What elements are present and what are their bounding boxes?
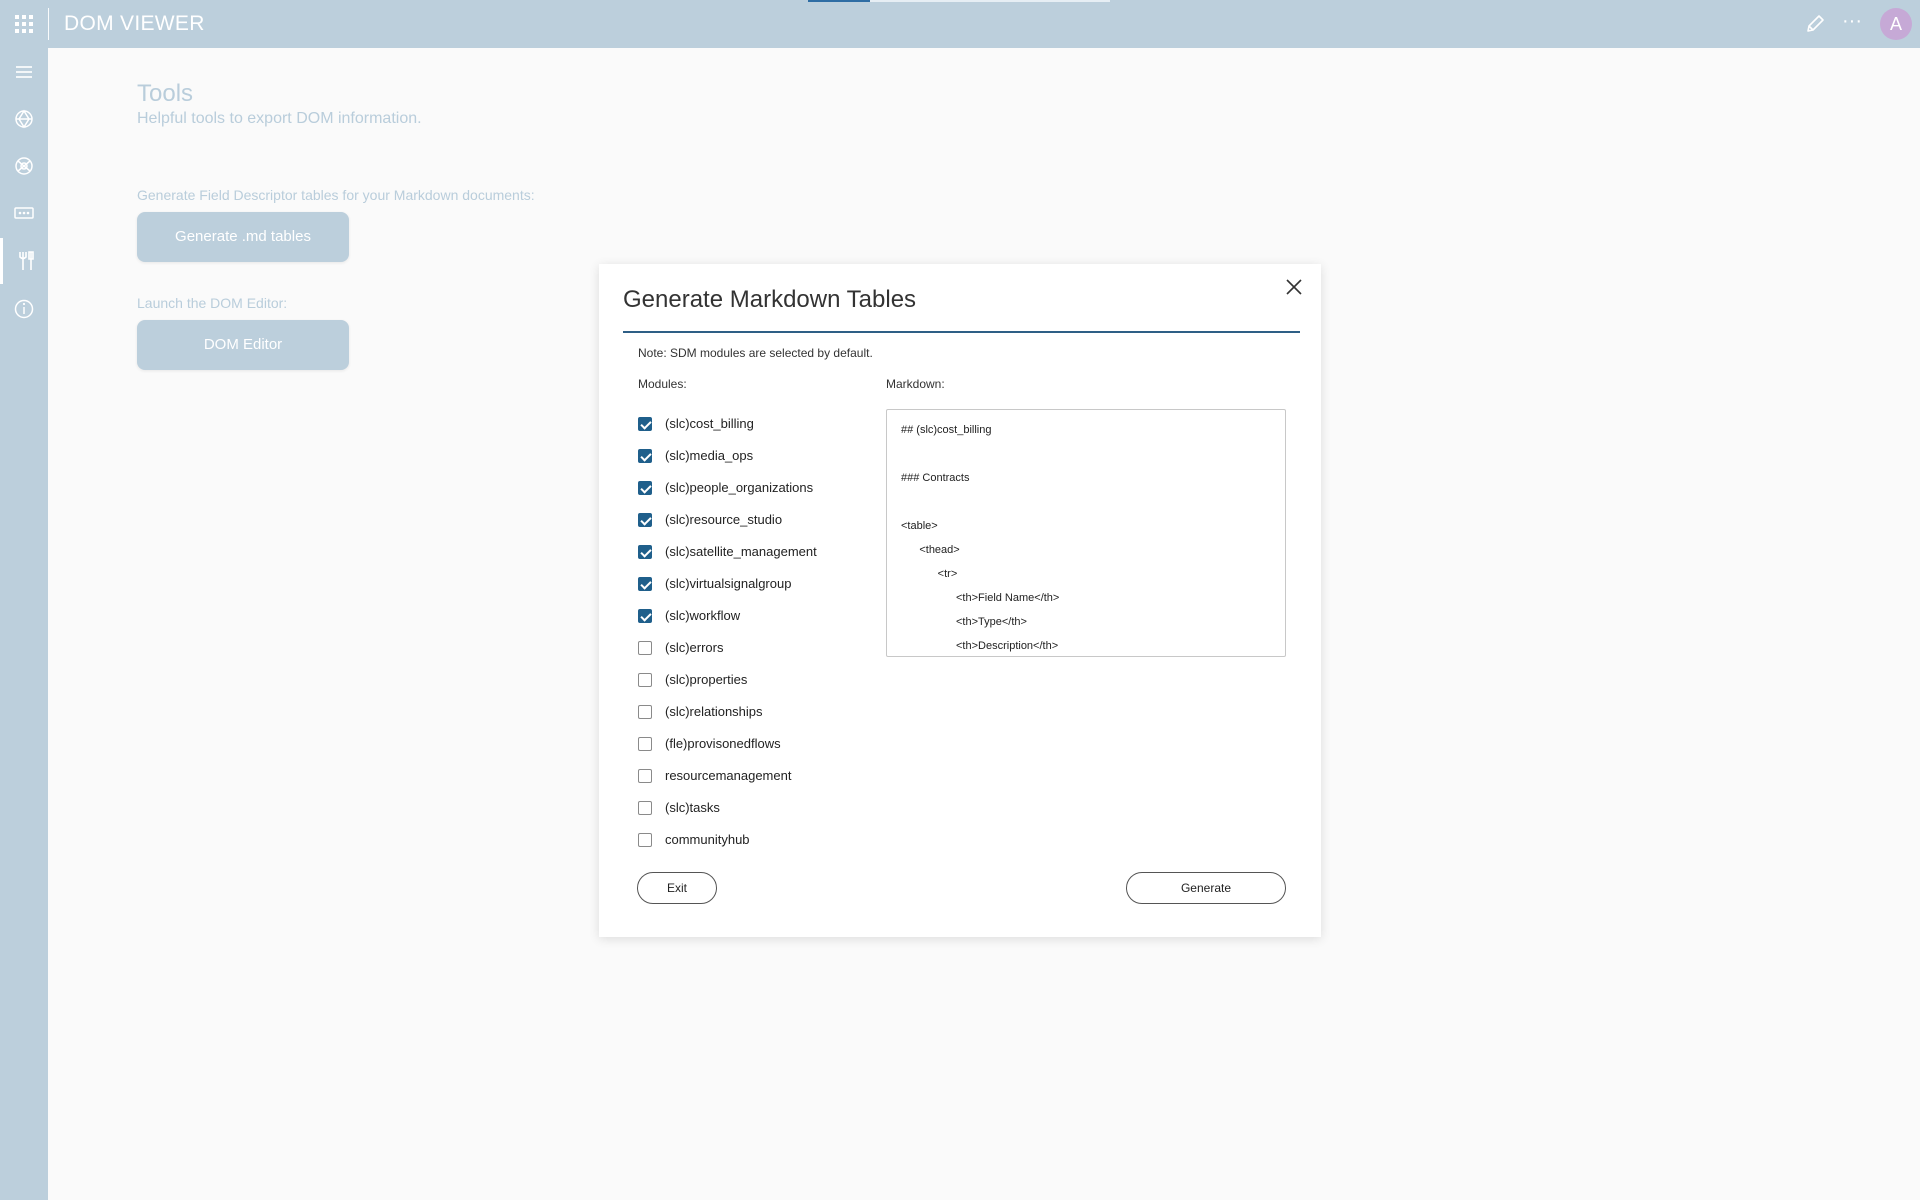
page-subtitle: Helpful tools to export DOM information. <box>137 110 422 127</box>
generate-markdown-dialog: Generate Markdown Tables Note: SDM modul… <box>599 264 1321 937</box>
module-row[interactable]: resourcemanagement <box>638 761 878 793</box>
module-label: (slc)cost_billing <box>665 416 754 431</box>
module-label: (slc)errors <box>665 640 724 655</box>
app-title: DOM VIEWER <box>64 12 205 35</box>
definitions-icon[interactable] <box>0 143 48 189</box>
module-row[interactable]: (slc)people_organizations <box>638 473 878 505</box>
user-avatar[interactable]: A <box>1880 8 1912 40</box>
module-label: resourcemanagement <box>665 768 792 783</box>
app-launcher-icon[interactable] <box>13 13 35 35</box>
module-checkbox[interactable] <box>638 673 652 687</box>
title-divider <box>623 331 1300 333</box>
module-checkbox[interactable] <box>638 705 652 719</box>
module-row[interactable]: (slc)errors <box>638 633 878 665</box>
module-checkbox[interactable] <box>638 577 652 591</box>
module-checkbox[interactable] <box>638 449 652 463</box>
module-checkbox[interactable] <box>638 513 652 527</box>
module-label: (slc)media_ops <box>665 448 754 463</box>
sidebar <box>0 48 48 1200</box>
module-row[interactable]: (slc)properties <box>638 665 878 697</box>
close-icon[interactable] <box>1281 274 1307 300</box>
module-row[interactable]: (slc)workflow <box>638 601 878 633</box>
module-row[interactable]: (fle)provisonedflows <box>638 729 878 761</box>
markdown-label: Markdown: <box>886 377 945 391</box>
module-label: (slc)people_organizations <box>665 480 814 495</box>
markdown-output[interactable]: ## (slc)cost_billing ### Contracts <tabl… <box>886 409 1286 657</box>
modules-icon[interactable] <box>0 96 48 142</box>
markdown-text: ## (slc)cost_billing ### Contracts <tabl… <box>901 424 1060 652</box>
module-label: (slc)properties <box>665 672 748 687</box>
tools-icon[interactable] <box>0 238 48 284</box>
module-row[interactable]: (slc)cost_billing <box>638 409 878 441</box>
page-title: Tools <box>137 80 194 107</box>
modules-list: (slc)cost_billing (slc)media_ops (slc)peop… <box>638 409 878 857</box>
module-label: (slc)tasks <box>665 800 720 815</box>
module-checkbox[interactable] <box>638 769 652 783</box>
module-label: (slc)relationships <box>665 704 763 719</box>
module-checkbox[interactable] <box>638 417 652 431</box>
dialog-title: Generate Markdown Tables <box>623 286 917 313</box>
module-row[interactable]: communityhub <box>638 825 878 857</box>
module-checkbox[interactable] <box>638 737 652 751</box>
fields-icon[interactable] <box>0 190 48 236</box>
info-icon[interactable] <box>0 286 48 332</box>
module-checkbox[interactable] <box>638 609 652 623</box>
dialog-note: Note: SDM modules are selected by defaul… <box>638 346 873 360</box>
module-checkbox[interactable] <box>638 545 652 559</box>
module-row[interactable]: (slc)relationships <box>638 697 878 729</box>
module-label: (fle)provisonedflows <box>665 736 781 751</box>
module-row[interactable]: (slc)virtualsignalgroup <box>638 569 878 601</box>
dom-editor-button[interactable]: DOM Editor <box>137 320 349 370</box>
edit-icon[interactable] <box>1804 13 1826 35</box>
menu-icon[interactable] <box>0 49 48 95</box>
title-divider <box>48 8 49 40</box>
module-label: (slc)satellite_management <box>665 544 817 559</box>
active-tab-indicator <box>808 0 870 2</box>
module-label: (slc)virtualsignalgroup <box>665 576 792 591</box>
module-checkbox[interactable] <box>638 481 652 495</box>
generate-md-tables-button[interactable]: Generate .md tables <box>137 212 349 262</box>
modules-label: Modules: <box>638 377 687 391</box>
module-row[interactable]: (slc)media_ops <box>638 441 878 473</box>
generate-button[interactable]: Generate <box>1126 872 1286 904</box>
dom-editor-section-label: Launch the DOM Editor: <box>137 295 288 311</box>
module-row[interactable]: (slc)satellite_management <box>638 537 878 569</box>
module-checkbox[interactable] <box>638 641 652 655</box>
module-label: (slc)resource_studio <box>665 512 783 527</box>
top-bar: DOM VIEWER ··· A <box>0 0 1920 48</box>
md-tables-section-label: Generate Field Descriptor tables for you… <box>137 187 535 203</box>
more-options-icon[interactable]: ··· <box>1840 11 1864 36</box>
module-checkbox[interactable] <box>638 801 652 815</box>
module-row[interactable]: (slc)resource_studio <box>638 505 878 537</box>
module-label: (slc)workflow <box>665 608 741 623</box>
module-label: communityhub <box>665 832 750 847</box>
module-checkbox[interactable] <box>638 833 652 847</box>
module-row[interactable]: (slc)tasks <box>638 793 878 825</box>
exit-button[interactable]: Exit <box>637 872 717 904</box>
tab-indicator-track <box>870 0 1110 2</box>
